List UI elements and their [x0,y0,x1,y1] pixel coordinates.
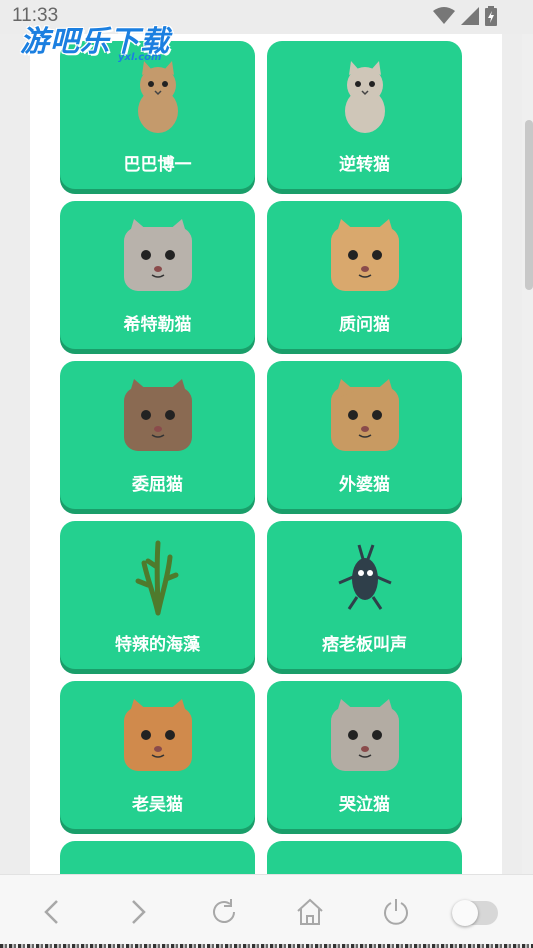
toggle-knob [452,900,478,926]
back-button[interactable] [36,895,70,929]
cat-standing-icon [325,57,405,137]
card-label: 哭泣猫 [339,795,390,815]
sound-card[interactable]: 逆转猫 [267,41,462,189]
bug-icon [325,537,405,617]
card-label: 巴巴博一 [123,155,192,175]
sound-card[interactable]: 希特勒猫 [60,201,255,349]
cat-face-icon [325,377,405,457]
chevron-left-icon [44,900,58,924]
card-label: 特辣的海藻 [115,635,200,655]
card-label: 外婆猫 [339,475,390,495]
reload-icon [213,899,235,923]
sound-card[interactable]: 委屈猫 [60,361,255,509]
power-button[interactable] [379,895,413,929]
home-button[interactable] [293,895,327,929]
content-area: 巴巴博一 逆转猫希特勒猫 质问猫委屈猫 外婆猫特辣的海藻 痞老板叫声老吴猫 哭泣猫 [30,34,502,874]
sound-card[interactable]: 特辣的海藻 [60,521,255,669]
cat-face-icon [118,697,198,777]
cat-face-icon [118,217,198,297]
sound-card-partial[interactable] [60,841,255,874]
sound-card[interactable]: 老吴猫 [60,681,255,829]
cat-face-icon [325,217,405,297]
card-label: 质问猫 [339,315,390,335]
reload-button[interactable] [207,895,241,929]
cat-standing-icon [118,57,198,137]
cat-face-icon [325,697,405,777]
toggle-switch[interactable] [452,900,498,926]
cat-face-icon [118,377,198,457]
power-icon [384,899,408,925]
footer-strip [0,944,533,948]
sound-card[interactable]: 外婆猫 [267,361,462,509]
sound-card-partial[interactable] [267,841,462,874]
card-label: 老吴猫 [132,795,183,815]
card-label: 痞老板叫声 [322,635,407,655]
seaweed-icon [118,537,198,617]
card-label: 逆转猫 [339,155,390,175]
home-icon [297,898,323,925]
chevron-right-icon [132,900,146,924]
sound-card[interactable]: 巴巴博一 [60,41,255,189]
signal-icon [461,7,479,25]
sound-card[interactable]: 哭泣猫 [267,681,462,829]
card-label: 委屈猫 [132,475,183,495]
bottom-nav [0,874,533,948]
card-label: 希特勒猫 [123,315,192,335]
sound-card[interactable]: 痞老板叫声 [267,521,462,669]
forward-button[interactable] [120,895,154,929]
watermark-sub: yxl.com [118,52,162,63]
scrollbar-thumb[interactable] [525,120,533,290]
sound-card[interactable]: 质问猫 [267,201,462,349]
status-icons [433,6,497,26]
battery-icon [485,6,497,26]
wifi-icon [433,7,455,24]
